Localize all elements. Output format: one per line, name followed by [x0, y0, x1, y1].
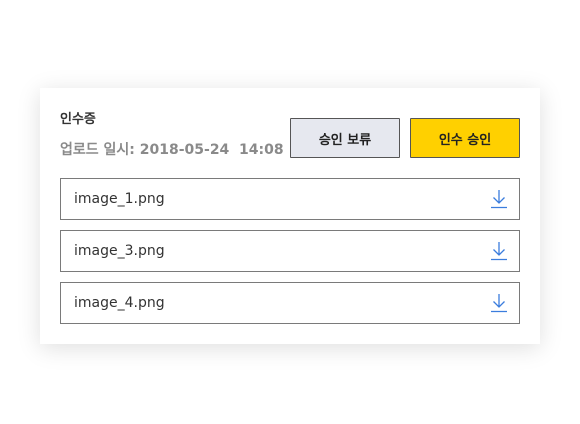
file-name: image_3.png — [74, 243, 165, 259]
receipt-card: 인수증 업로드 일시: 2018-05-24 14:08 승인 보류 인수 승인… — [40, 88, 540, 344]
file-name: image_1.png — [74, 191, 165, 207]
upload-datetime: 업로드 일시: 2018-05-24 14:08 — [60, 142, 284, 158]
receipt-title: 인수증 — [60, 112, 96, 127]
download-icon[interactable] — [490, 189, 508, 209]
hold-approval-button[interactable]: 승인 보류 — [290, 118, 400, 158]
approve-receipt-button[interactable]: 인수 승인 — [410, 118, 520, 158]
download-icon[interactable] — [490, 293, 508, 313]
download-icon[interactable] — [490, 241, 508, 261]
file-row: image_3.png — [60, 230, 520, 272]
file-row: image_4.png — [60, 282, 520, 324]
file-row: image_1.png — [60, 178, 520, 220]
file-name: image_4.png — [74, 295, 165, 311]
